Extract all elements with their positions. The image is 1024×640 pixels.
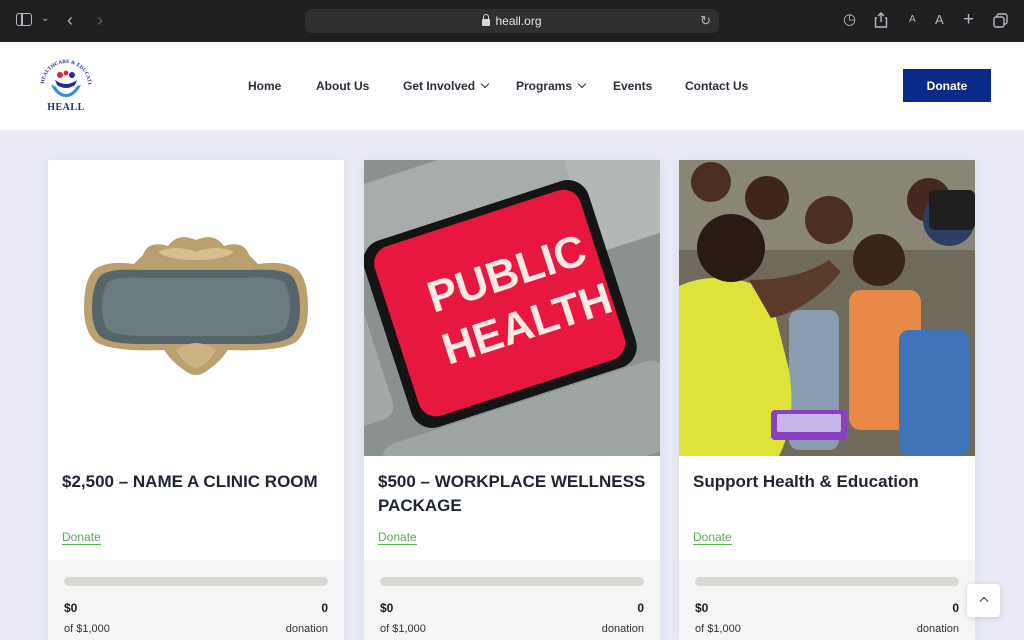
goal-amount: of $1,000 bbox=[380, 623, 426, 635]
campaign-card: PUBLIC HEALTH $500 – WORKPLACE WELLNESS … bbox=[364, 160, 660, 640]
card-image-public-health-key[interactable]: PUBLIC HEALTH bbox=[364, 160, 660, 456]
scroll-to-top-button[interactable] bbox=[967, 584, 1000, 617]
history-icon[interactable]: ◷ bbox=[843, 12, 856, 27]
text-larger-icon[interactable]: A bbox=[935, 13, 944, 26]
header-donate-button[interactable]: Donate bbox=[903, 69, 991, 102]
nav-get-involved[interactable]: Get Involved bbox=[403, 79, 490, 95]
campaign-card: $2,500 – NAME A CLINIC ROOM Donate $0 0 … bbox=[48, 160, 344, 640]
logo-ring-text: HEALTHCARE & EDUCATION FOR ALL bbox=[35, 51, 92, 85]
progress-bar bbox=[64, 577, 328, 586]
card-donate-link[interactable]: Donate bbox=[378, 530, 417, 545]
card-donate-link[interactable]: Donate bbox=[693, 530, 732, 545]
card-title[interactable]: $2,500 – NAME A CLINIC ROOM bbox=[62, 470, 332, 494]
raised-amount: $0 bbox=[380, 601, 394, 615]
donation-count: 0 bbox=[321, 601, 328, 615]
donation-label: donation bbox=[285, 623, 328, 635]
nav-contact-us[interactable]: Contact Us bbox=[685, 79, 748, 95]
donation-count: 0 bbox=[952, 601, 959, 615]
logo-wordmark: HEALL bbox=[47, 102, 85, 113]
card-progress-panel: $0 0 of $1,000 donation bbox=[48, 560, 344, 640]
donation-label: donation bbox=[601, 623, 644, 635]
site-header: HEALTHCARE & EDUCATION FOR ALL HEALL Hom… bbox=[0, 42, 1024, 130]
svg-text:HEALTHCARE & EDUCATION FOR ALL: HEALTHCARE & EDUCATION FOR ALL bbox=[37, 55, 92, 85]
logo-emblem-icon: HEALTHCARE & EDUCATION FOR ALL bbox=[35, 51, 92, 97]
lock-icon bbox=[482, 13, 491, 26]
donation-label: donation bbox=[916, 623, 959, 635]
progress-bar bbox=[695, 577, 959, 586]
donation-count: 0 bbox=[637, 601, 644, 615]
nav-programs[interactable]: Programs bbox=[516, 79, 587, 95]
browser-toolbar: ⌄ ‹ › heall.org ↻ ◷ A A + bbox=[0, 0, 1024, 42]
goal-amount: of $1,000 bbox=[64, 623, 110, 635]
card-progress-panel: $0 0 of $1,000 donation bbox=[679, 560, 975, 640]
nav-home[interactable]: Home bbox=[248, 79, 281, 95]
card-progress-panel: $0 0 of $1,000 donation bbox=[364, 560, 660, 640]
nav-about-us[interactable]: About Us bbox=[316, 79, 369, 95]
card-title[interactable]: $500 – WORKPLACE WELLNESS PACKAGE bbox=[378, 470, 648, 518]
reload-icon[interactable]: ↻ bbox=[700, 13, 711, 29]
card-image-children-photo[interactable] bbox=[679, 160, 975, 456]
progress-bar bbox=[380, 577, 644, 586]
share-icon[interactable] bbox=[874, 12, 888, 28]
card-image-plaque[interactable] bbox=[48, 160, 344, 456]
back-icon[interactable]: ‹ bbox=[67, 11, 73, 29]
forward-icon[interactable]: › bbox=[97, 11, 103, 29]
sidebar-icon[interactable] bbox=[16, 13, 32, 26]
heall-logo[interactable]: HEALTHCARE & EDUCATION FOR ALL HEALL bbox=[35, 51, 95, 115]
raised-amount: $0 bbox=[695, 601, 709, 615]
new-tab-icon[interactable]: + bbox=[963, 10, 974, 29]
chevron-down-icon bbox=[480, 79, 490, 89]
card-title[interactable]: Support Health & Education bbox=[693, 470, 963, 494]
url-text: heall.org bbox=[495, 14, 542, 28]
tabs-overview-icon[interactable] bbox=[993, 13, 1008, 28]
goal-amount: of $1,000 bbox=[695, 623, 741, 635]
chevron-down-icon bbox=[577, 79, 587, 89]
campaign-card: Support Health & Education Donate $0 0 o… bbox=[679, 160, 975, 640]
nav-get-involved-label: Get Involved bbox=[403, 79, 476, 93]
address-bar[interactable]: heall.org ↻ bbox=[305, 9, 719, 33]
card-donate-link[interactable]: Donate bbox=[62, 530, 101, 545]
text-smaller-icon[interactable]: A bbox=[909, 15, 916, 25]
raised-amount: $0 bbox=[64, 601, 78, 615]
chevron-down-icon[interactable]: ⌄ bbox=[41, 14, 49, 24]
nav-programs-label: Programs bbox=[516, 79, 573, 93]
nav-events[interactable]: Events bbox=[613, 79, 652, 95]
